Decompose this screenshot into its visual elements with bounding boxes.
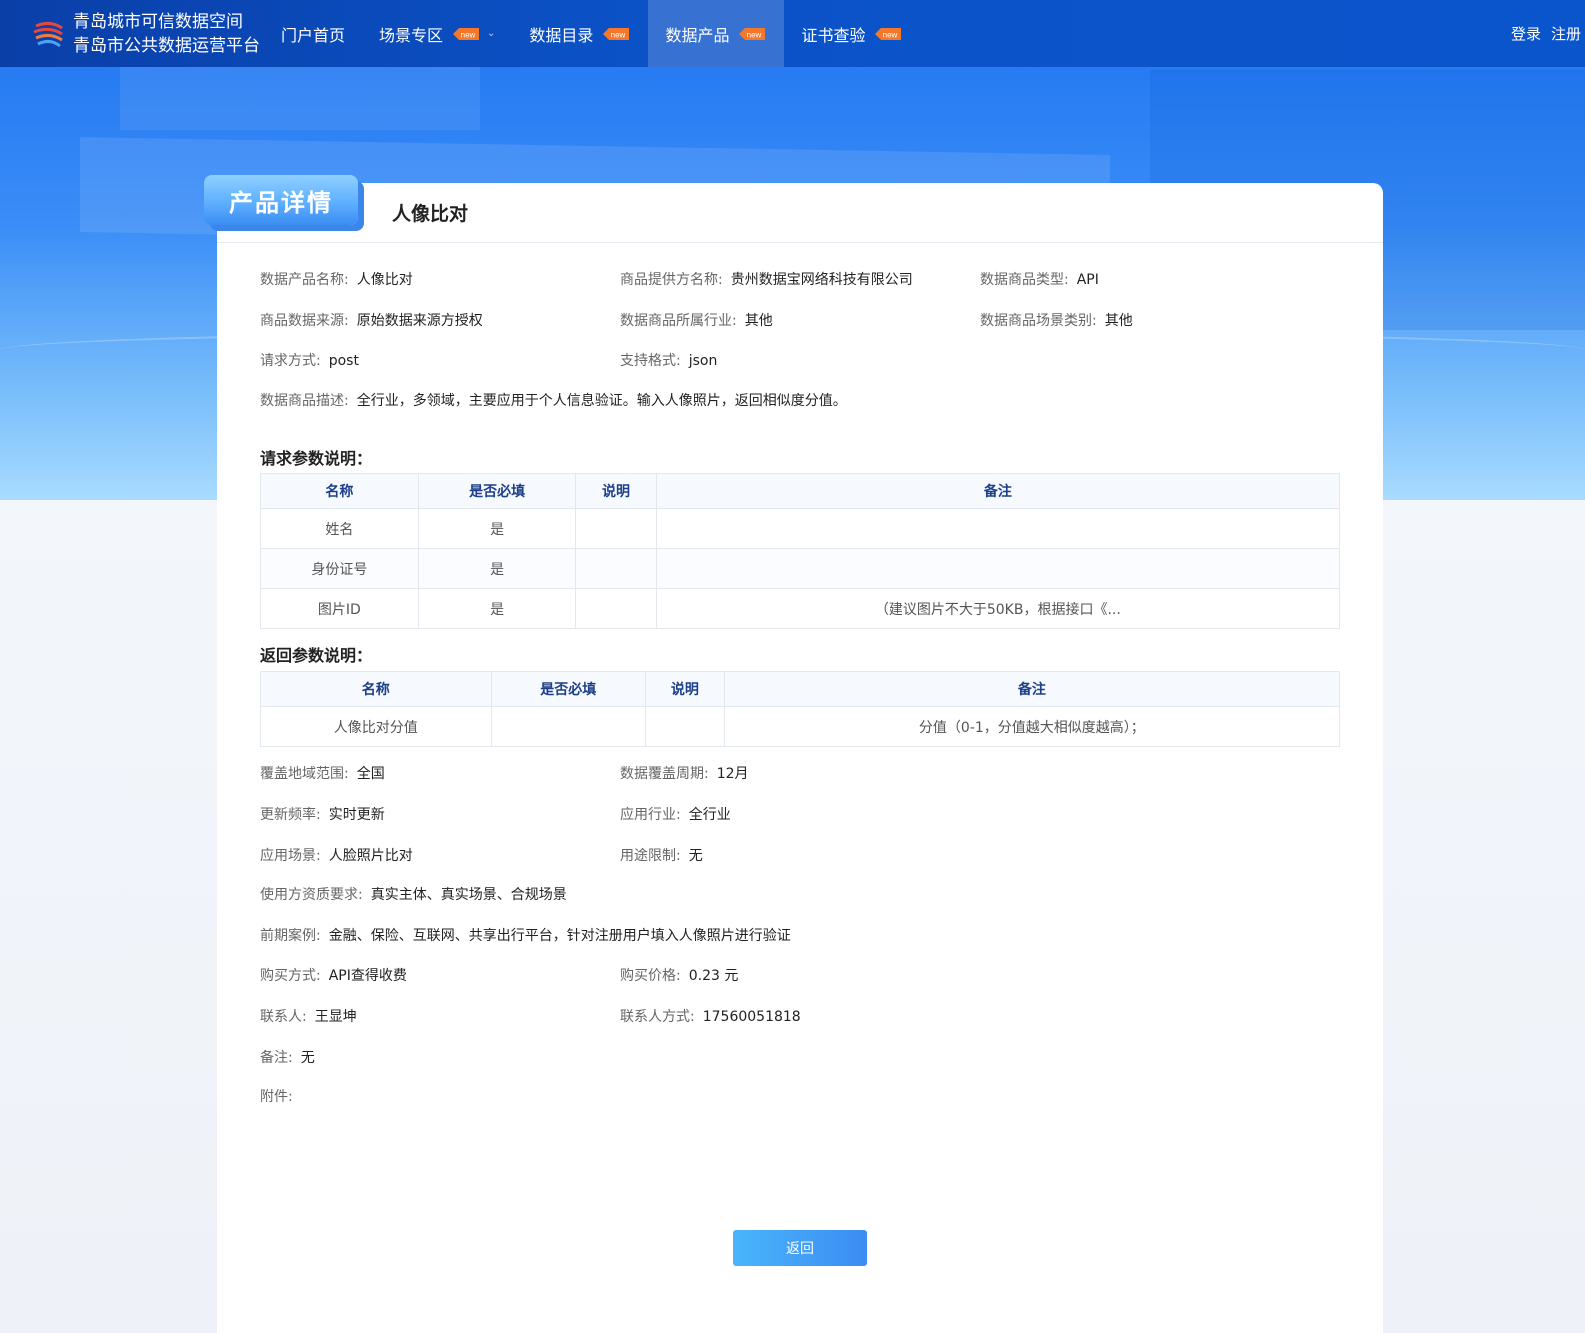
back-button[interactable]: 返回	[733, 1230, 867, 1266]
new-badge-icon: new	[601, 25, 631, 43]
response-params-title: 返回参数说明：	[260, 646, 373, 665]
card-header: 产品详情 人像比对	[204, 175, 1383, 243]
brand-title: 青岛城市可信数据空间 青岛市公共数据运营平台	[73, 12, 260, 56]
new-badge-icon: new	[873, 25, 903, 43]
svg-text:new: new	[611, 30, 626, 39]
table-row: 人像比对分值 分值（0-1，分值越大相似度越高）；	[260, 706, 1341, 747]
svg-text:new: new	[883, 30, 898, 39]
field-area: 覆盖地域范围: 全国	[260, 766, 385, 782]
field-price: 购买价格: 0.23 元	[620, 968, 739, 984]
field-qualification: 使用方资质要求: 真实主体、真实场景、合规场景	[260, 887, 567, 903]
field-period: 数据覆盖周期: 12月	[620, 766, 749, 782]
page-title: 人像比对	[392, 203, 469, 225]
menu-item-catalog[interactable]: 数据目录 new	[512, 0, 648, 67]
auth-links: 登录 注册	[1511, 23, 1581, 44]
table-row: 图片ID 是（建议图片不大于50KB，根据接口《...	[260, 588, 1341, 629]
field-type: 数据商品类型: API	[980, 272, 1099, 288]
field-frequency: 更新频率: 实时更新	[260, 807, 385, 823]
field-product-name: 数据产品名称: 人像比对	[260, 272, 413, 288]
field-note: 备注: 无	[260, 1050, 315, 1066]
main-menu: 门户首页 场景专区 new ⌄ 数据目录 new 数据产品 new 证书查验 n…	[264, 0, 920, 67]
field-cases: 前期案例: 金融、保险、互联网、共享出行平台，针对注册用户填入人像照片进行验证	[260, 928, 791, 944]
new-badge-icon: new	[737, 25, 767, 43]
logo-icon	[33, 21, 63, 48]
table-row: 身份证号是	[260, 548, 1341, 589]
svg-text:new: new	[747, 30, 762, 39]
field-attachment: 附件:	[260, 1089, 293, 1105]
new-badge-icon: new	[451, 25, 481, 43]
field-purchase-method: 购买方式: API查得收费	[260, 968, 407, 984]
top-nav: 青岛城市可信数据空间 青岛市公共数据运营平台 门户首页 场景专区 new ⌄ 数…	[0, 0, 1585, 67]
section-tag: 产品详情	[204, 175, 358, 225]
product-detail-card: 产品详情 人像比对 数据产品名称: 人像比对 商品提供方名称: 贵州数据宝网络科技有…	[204, 175, 1383, 1333]
field-app-industry: 应用行业: 全行业	[620, 807, 731, 823]
register-link[interactable]: 注册	[1551, 23, 1581, 44]
svg-text:new: new	[461, 30, 476, 39]
chevron-down-icon: ⌄	[487, 28, 496, 39]
request-params-table: 名称 是否必填 说明 备注 姓名是 身份证号是 图片ID 是（建议图片不大于50K…	[260, 473, 1341, 629]
field-phone: 联系人方式: 17560051818	[620, 1009, 801, 1025]
menu-item-certificate[interactable]: 证书查验 new	[784, 0, 920, 67]
field-format: 支持格式: json	[620, 353, 718, 369]
field-description: 数据商品描述: 全行业，多领域，主要应用于个人信息验证。输入人像照片，返回相似度分…	[260, 393, 847, 409]
table-row: 姓名是	[260, 508, 1341, 549]
field-scene: 数据商品场景类别: 其他	[980, 313, 1133, 329]
response-params-table: 名称 是否必填 说明 备注 人像比对分值 分值（0-1，分值越大相似度越高）；	[260, 671, 1341, 747]
field-contact: 联系人: 王显坤	[260, 1009, 357, 1025]
field-source: 商品数据来源: 原始数据来源方授权	[260, 313, 483, 329]
menu-item-products[interactable]: 数据产品 new	[648, 0, 785, 67]
request-params-title: 请求参数说明：	[260, 449, 373, 468]
menu-item-scenes[interactable]: 场景专区 new ⌄	[362, 0, 512, 67]
field-industry: 数据商品所属行业: 其他	[620, 313, 773, 329]
field-method: 请求方式: post	[260, 353, 359, 369]
field-provider: 商品提供方名称: 贵州数据宝网络科技有限公司	[620, 272, 913, 288]
menu-item-home[interactable]: 门户首页	[264, 0, 362, 67]
field-app-scene: 应用场景: 人脸照片比对	[260, 848, 413, 864]
field-limit: 用途限制: 无	[620, 848, 703, 864]
login-link[interactable]: 登录	[1511, 23, 1541, 44]
